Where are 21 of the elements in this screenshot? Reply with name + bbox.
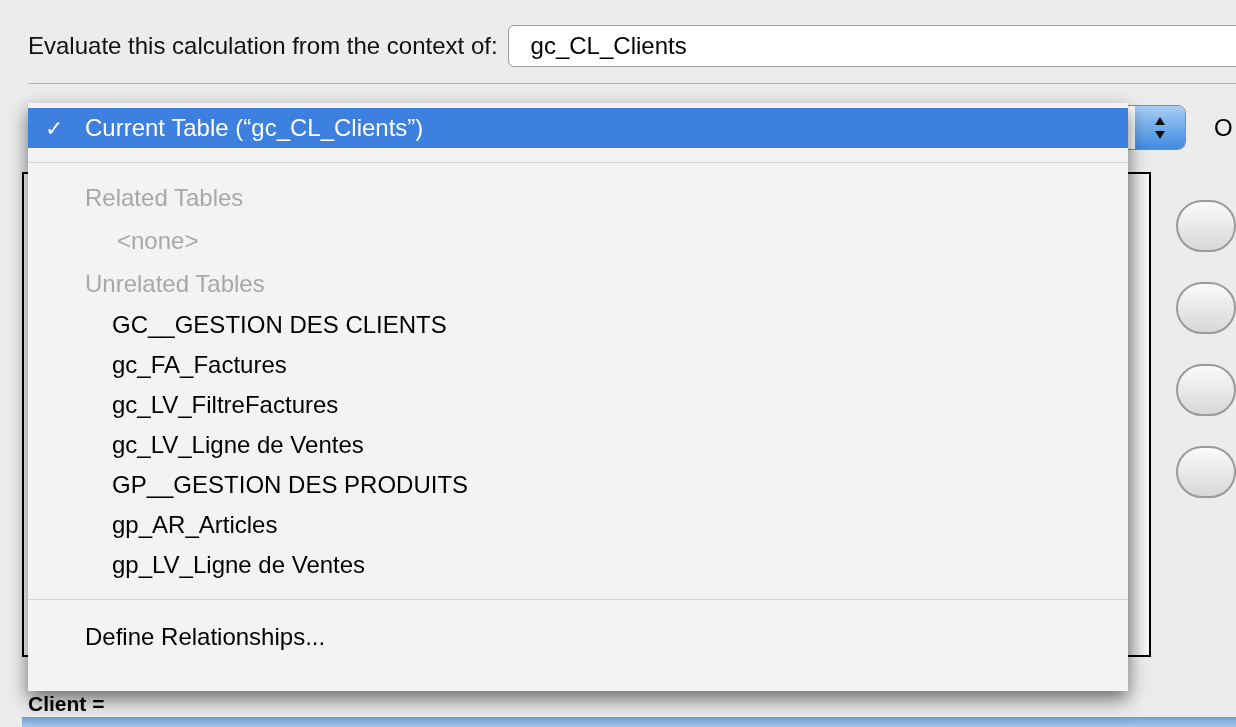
menu-item[interactable]: GC__GESTION DES CLIENTS	[28, 305, 1128, 345]
menu-item[interactable]: gc_LV_Ligne de Ventes	[28, 425, 1128, 465]
menu-item[interactable]: GP__GESTION DES PRODUITS	[28, 465, 1128, 505]
menu-item[interactable]: ✓ Current Table (“gc_CL_Clients”)	[28, 108, 1128, 148]
formula-label: Client =	[28, 693, 106, 715]
option-label: O	[1214, 112, 1233, 143]
menu-item[interactable]: gc_LV_FiltreFactures	[28, 385, 1128, 425]
menu-item[interactable]: Define Relationships...	[28, 613, 1128, 661]
menu-item[interactable]: gp_LV_Ligne de Ventes	[28, 545, 1128, 585]
menu-item[interactable]: gp_AR_Articles	[28, 505, 1128, 545]
menu-item[interactable]: gc_FA_Factures	[28, 345, 1128, 385]
menu-section-header: Unrelated Tables	[84, 268, 266, 299]
menu-section-header: Related Tables	[84, 182, 245, 213]
round-button[interactable]	[1176, 282, 1236, 334]
round-button[interactable]	[1176, 446, 1236, 498]
menu-placeholder: <none>	[116, 225, 200, 256]
context-label: Evaluate this calculation from the context of:	[28, 31, 498, 61]
context-field[interactable]: gc_CL_Clients	[507, 25, 1236, 67]
round-button[interactable]	[1176, 200, 1236, 252]
round-button[interactable]	[1176, 364, 1236, 416]
checkmark-icon: ✓	[45, 111, 85, 145]
